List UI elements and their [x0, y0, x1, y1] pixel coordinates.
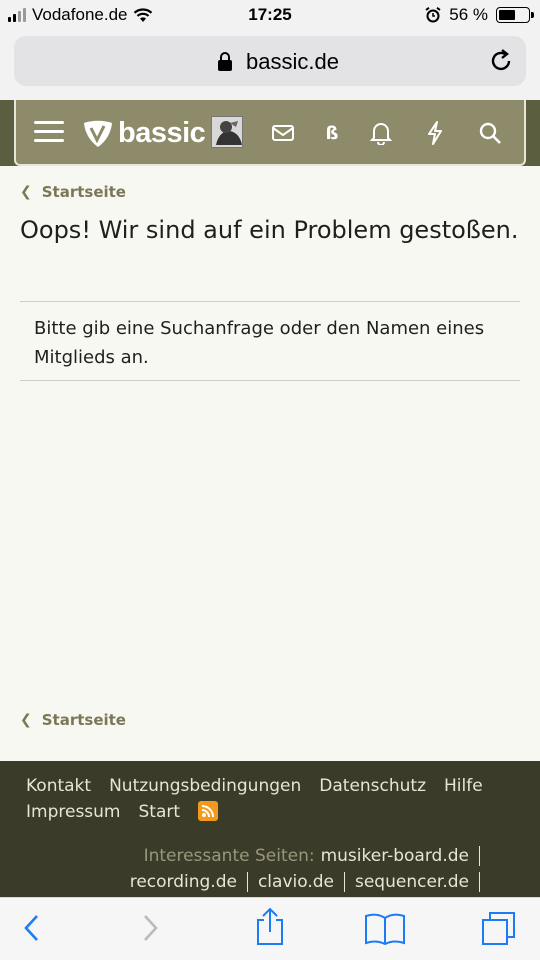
browser-toolbar: [0, 897, 540, 960]
reload-icon[interactable]: [488, 48, 514, 74]
search-icon[interactable]: [477, 120, 503, 146]
chevron-left-icon: ❮: [20, 712, 32, 728]
status-bar: Vodafone.de 17:25 56 %: [0, 0, 540, 30]
breadcrumb-bottom-label: Startseite: [41, 711, 126, 729]
eszett-icon[interactable]: ß: [319, 120, 345, 146]
bassic-logo-icon: [84, 120, 112, 147]
page-title: Oops! Wir sind auf ein Problem gestoßen.: [20, 216, 519, 244]
bookmarks-icon[interactable]: [364, 912, 406, 946]
footer-links: Kontakt Nutzungsbedingungen Datenschutz Hil…: [26, 773, 526, 825]
footer-link-hilfe[interactable]: Hilfe: [444, 776, 483, 796]
site-link-sequencer[interactable]: sequencer.de: [354, 872, 480, 892]
share-icon[interactable]: [254, 906, 286, 946]
breadcrumb-bottom[interactable]: ❮ Startseite: [20, 711, 126, 729]
url-text[interactable]: bassic.de: [246, 49, 339, 75]
site-logo[interactable]: bassic: [82, 117, 206, 150]
forward-icon[interactable]: [140, 910, 162, 946]
address-bar[interactable]: bassic.de: [14, 36, 526, 86]
footer-link-datenschutz[interactable]: Datenschutz: [319, 776, 426, 796]
site-link-clavio[interactable]: clavio.de: [257, 872, 345, 892]
site-footer: Kontakt Nutzungsbedingungen Datenschutz Hil…: [0, 761, 540, 897]
breadcrumb[interactable]: ❮ Startseite: [20, 183, 126, 201]
back-icon[interactable]: [20, 910, 42, 946]
site-link-recording[interactable]: recording.de: [129, 872, 248, 892]
battery-percent: 56 %: [449, 5, 488, 24]
user-avatar[interactable]: [211, 116, 243, 148]
tabs-icon[interactable]: [480, 910, 518, 948]
footer-link-nutzungsbedingungen[interactable]: Nutzungsbedingungen: [109, 776, 301, 796]
error-message: Bitte gib eine Suchanfrage oder den Name…: [34, 318, 485, 368]
alarm-icon: [425, 7, 441, 23]
rss-icon[interactable]: [198, 801, 219, 821]
error-message-block: Bitte gib eine Suchanfrage oder den Name…: [20, 301, 520, 381]
footer-link-impressum[interactable]: Impressum: [26, 802, 121, 822]
battery-icon: [496, 7, 534, 23]
bell-icon[interactable]: [368, 120, 394, 146]
interesting-sites: Interessante Seiten: musiker-board.de reco…: [129, 843, 480, 895]
lightning-icon[interactable]: [422, 120, 448, 146]
footer-link-start[interactable]: Start: [139, 802, 181, 822]
mail-icon[interactable]: [270, 120, 296, 146]
browser-url-area: bassic.de: [0, 30, 540, 100]
chevron-left-icon: ❮: [20, 184, 32, 200]
interesting-sites-label: Interessante Seiten:: [143, 846, 315, 866]
menu-icon[interactable]: [34, 120, 64, 144]
logo-text: bassic: [118, 117, 206, 149]
site-header: bassic ß: [14, 100, 526, 166]
breadcrumb-label: Startseite: [41, 183, 126, 201]
footer-link-kontakt[interactable]: Kontakt: [26, 776, 91, 796]
lock-icon: [218, 52, 232, 71]
site-link-musiker-board[interactable]: musiker-board.de: [320, 846, 480, 866]
